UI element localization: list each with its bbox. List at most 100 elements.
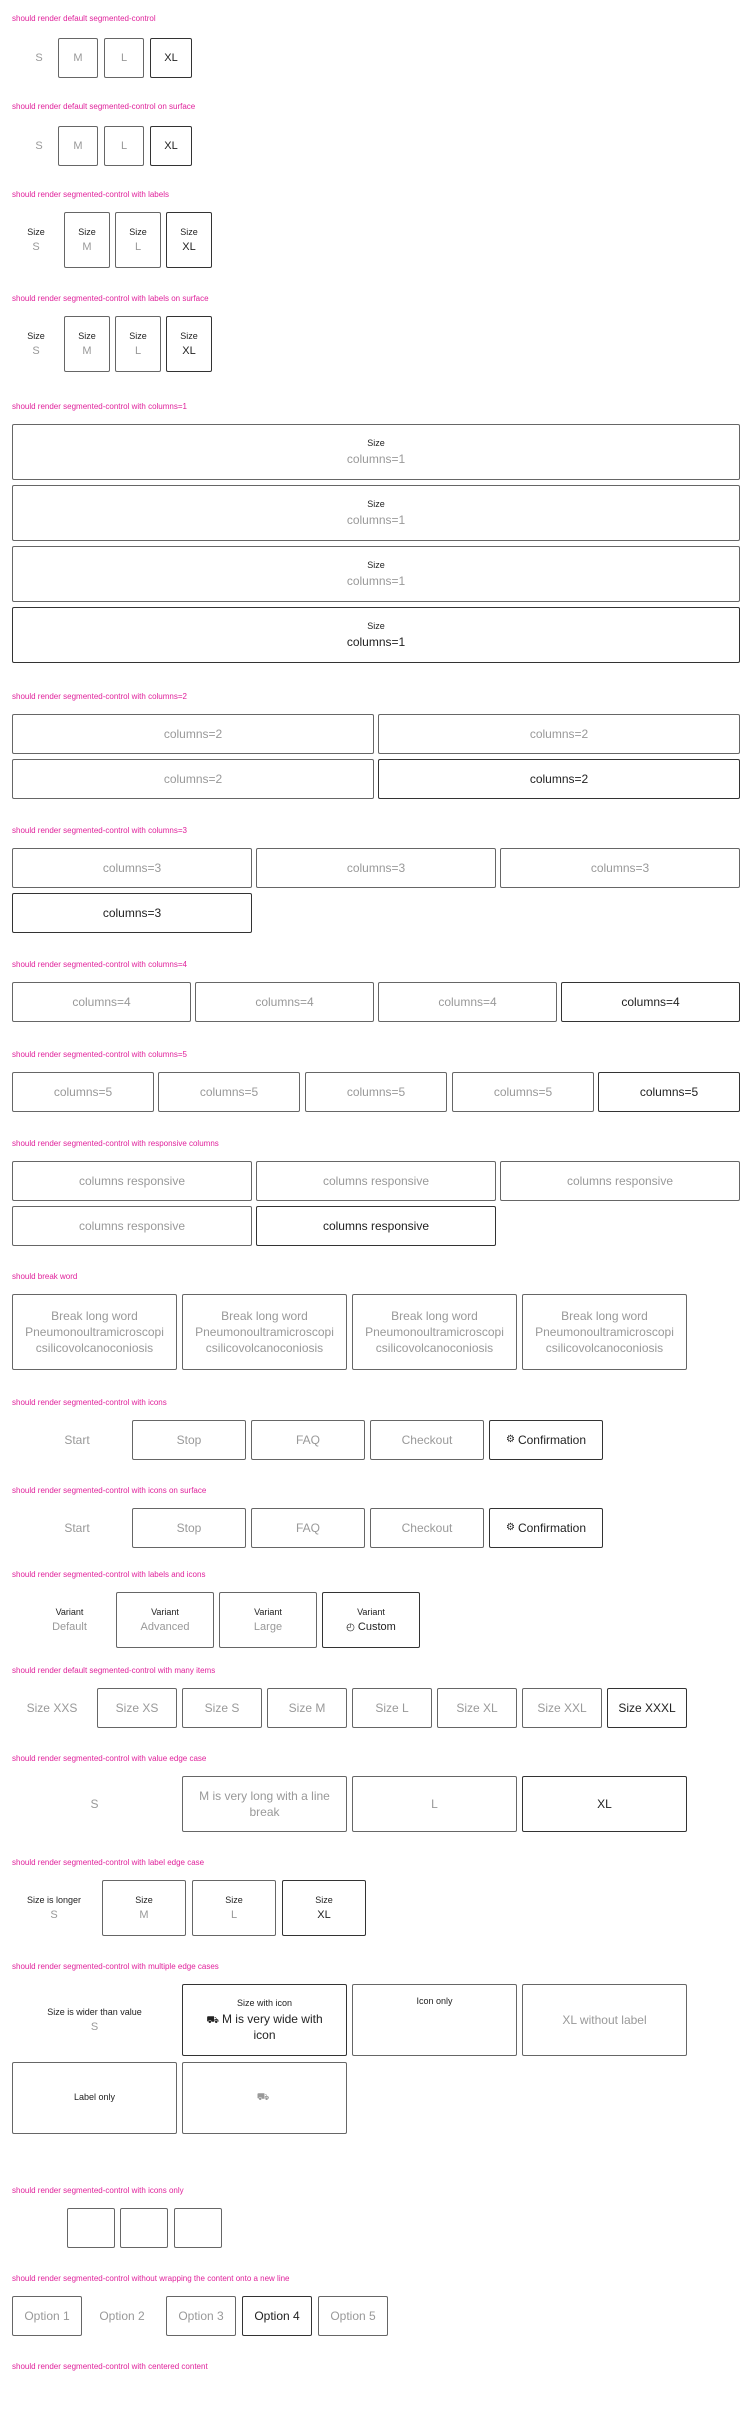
segment-s[interactable]: S xyxy=(18,126,60,166)
section-icons-surface: should render segmented-control with ico… xyxy=(12,1486,740,1556)
segment-xl[interactable]: XL without label xyxy=(522,1984,687,2056)
segment-start[interactable]: Start xyxy=(12,1420,142,1460)
segment-3[interactable] xyxy=(174,2208,222,2248)
segment-1[interactable] xyxy=(67,2208,115,2248)
section-title: should render segmented-control with col… xyxy=(12,960,187,969)
segment-3[interactable]: columns=2 xyxy=(12,759,374,799)
segment-1[interactable]: columns=5 xyxy=(12,1072,154,1112)
segment-xl[interactable]: XL xyxy=(522,1776,687,1832)
segment-1[interactable]: columns=4 xyxy=(12,982,191,1022)
segment-label-only[interactable]: Label only xyxy=(12,2062,177,2134)
segment-5[interactable]: Size L xyxy=(352,1688,432,1728)
segment-confirmation[interactable]: ⚙ Confirmation xyxy=(489,1508,603,1548)
segment-l[interactable]: L xyxy=(104,126,144,166)
segment-xl[interactable]: XL xyxy=(150,38,192,78)
segment-4[interactable]: Size M xyxy=(267,1688,347,1728)
segment-3[interactable]: Option 3 xyxy=(166,2296,236,2336)
segment-m[interactable]: Size with icon ⛟ M is very wide with icon xyxy=(182,1984,347,2056)
segment-default[interactable]: Variant Default xyxy=(22,1592,117,1648)
segment-2[interactable]: Size XS xyxy=(97,1688,177,1728)
gear-icon: ⚙ xyxy=(506,1434,515,1446)
segment-m[interactable]: M xyxy=(58,126,98,166)
segment-4[interactable]: Break long word Pneumonoultramicroscopi cs… xyxy=(522,1294,687,1370)
section-title: should render segmented-control with mul… xyxy=(12,1962,219,1971)
segment-m[interactable]: M xyxy=(58,38,98,78)
section-title: should render default segmented-control … xyxy=(12,102,196,111)
segment-2[interactable]: columns responsive xyxy=(256,1161,496,1201)
section-title: should render default segmented-control xyxy=(12,14,156,23)
segment-advanced[interactable]: Variant Advanced xyxy=(116,1592,214,1648)
segment-l[interactable]: L xyxy=(352,1776,517,1832)
segment-1[interactable]: Break long word Pneumonoultramicroscopi cs… xyxy=(12,1294,177,1370)
segment-4[interactable]: Option 4 xyxy=(242,2296,312,2336)
segment-2[interactable]: columns=5 xyxy=(158,1072,300,1112)
segment-xl[interactable]: Size XL xyxy=(282,1880,366,1936)
segment-2[interactable] xyxy=(120,2208,168,2248)
segment-1[interactable]: Size columns=1 xyxy=(12,424,740,480)
segment-m[interactable]: Size M xyxy=(102,1880,186,1936)
segment-xl[interactable]: Size XL xyxy=(166,212,212,268)
segment-8[interactable]: Size XXXL xyxy=(607,1688,687,1728)
segment-3[interactable]: columns=3 xyxy=(500,848,740,888)
segment-faq[interactable]: FAQ xyxy=(251,1420,365,1460)
segment-s[interactable]: Size S xyxy=(14,212,58,268)
segment-confirmation[interactable]: ⚙ Confirmation xyxy=(489,1420,603,1460)
segment-4[interactable]: columns=4 xyxy=(561,982,740,1022)
segment-2[interactable]: Option 2 xyxy=(87,2296,157,2336)
segment-l[interactable]: Size L xyxy=(192,1880,276,1936)
segment-l[interactable]: L xyxy=(104,38,144,78)
segment-4[interactable]: columns=5 xyxy=(452,1072,594,1112)
segment-m[interactable]: Size M xyxy=(64,316,110,372)
segment-3[interactable]: columns=4 xyxy=(378,982,557,1022)
segment-s[interactable]: S xyxy=(18,38,60,78)
segment-3[interactable]: Break long word Pneumonoultramicroscopi cs… xyxy=(352,1294,517,1370)
segment-icon[interactable]: ⛟ xyxy=(182,2062,347,2134)
segment-2[interactable]: Break long word Pneumonoultramicroscopi cs… xyxy=(182,1294,347,1370)
segment-custom[interactable]: Variant ◴ Custom xyxy=(322,1592,420,1648)
segment-checkout[interactable]: Checkout xyxy=(370,1508,484,1548)
section-columns-1: should render segmented-control with col… xyxy=(12,402,740,666)
segment-4[interactable]: columns responsive xyxy=(12,1206,252,1246)
segment-1[interactable]: Size XXS xyxy=(12,1688,92,1728)
segment-checkout[interactable]: Checkout xyxy=(370,1420,484,1460)
segment-2[interactable]: columns=4 xyxy=(195,982,374,1022)
segment-3[interactable]: Size S xyxy=(182,1688,262,1728)
segment-l[interactable]: Size L xyxy=(115,212,161,268)
segment-stop[interactable]: Stop xyxy=(132,1420,246,1460)
segment-xl[interactable]: XL xyxy=(150,126,192,166)
segment-l[interactable]: Size L xyxy=(115,316,161,372)
section-columns-2: should render segmented-control with col… xyxy=(12,692,740,802)
section-icons: should render segmented-control with ico… xyxy=(12,1398,740,1468)
segment-1[interactable]: columns=2 xyxy=(12,714,374,754)
segment-2[interactable]: Size columns=1 xyxy=(12,485,740,541)
segment-stop[interactable]: Stop xyxy=(132,1508,246,1548)
segment-xl[interactable]: Size XL xyxy=(166,316,212,372)
segment-4[interactable]: columns=3 xyxy=(12,893,252,933)
segment-m[interactable]: Size M xyxy=(64,212,110,268)
segment-7[interactable]: Size XXL xyxy=(522,1688,602,1728)
segment-6[interactable]: Size XL xyxy=(437,1688,517,1728)
section-title: should render segmented-control with lab… xyxy=(12,190,169,199)
segment-s[interactable]: Size is wider than value S xyxy=(12,1984,177,2056)
segment-1[interactable]: columns=3 xyxy=(12,848,252,888)
segment-1[interactable]: columns responsive xyxy=(12,1161,252,1201)
segment-5[interactable]: columns responsive xyxy=(256,1206,496,1246)
segment-5[interactable]: Option 5 xyxy=(318,2296,388,2336)
segment-1[interactable]: Option 1 xyxy=(12,2296,82,2336)
segment-icon-only[interactable]: Icon only xyxy=(352,1984,517,2056)
segment-4[interactable]: Size columns=1 xyxy=(12,607,740,663)
segment-s[interactable]: Size S xyxy=(14,316,58,372)
segment-3[interactable]: Size columns=1 xyxy=(12,546,740,602)
segment-start[interactable]: Start xyxy=(12,1508,142,1548)
segment-4[interactable]: columns=2 xyxy=(378,759,740,799)
segment-s[interactable]: S xyxy=(12,1776,177,1832)
segment-5[interactable]: columns=5 xyxy=(598,1072,740,1112)
segment-large[interactable]: Variant Large xyxy=(219,1592,317,1648)
segment-3[interactable]: columns=5 xyxy=(305,1072,447,1112)
segment-3[interactable]: columns responsive xyxy=(500,1161,740,1201)
segment-2[interactable]: columns=2 xyxy=(378,714,740,754)
segment-s[interactable]: Size is longer S xyxy=(12,1880,96,1936)
segment-m[interactable]: M is very long with a line break xyxy=(182,1776,347,1832)
segment-faq[interactable]: FAQ xyxy=(251,1508,365,1548)
segment-2[interactable]: columns=3 xyxy=(256,848,496,888)
